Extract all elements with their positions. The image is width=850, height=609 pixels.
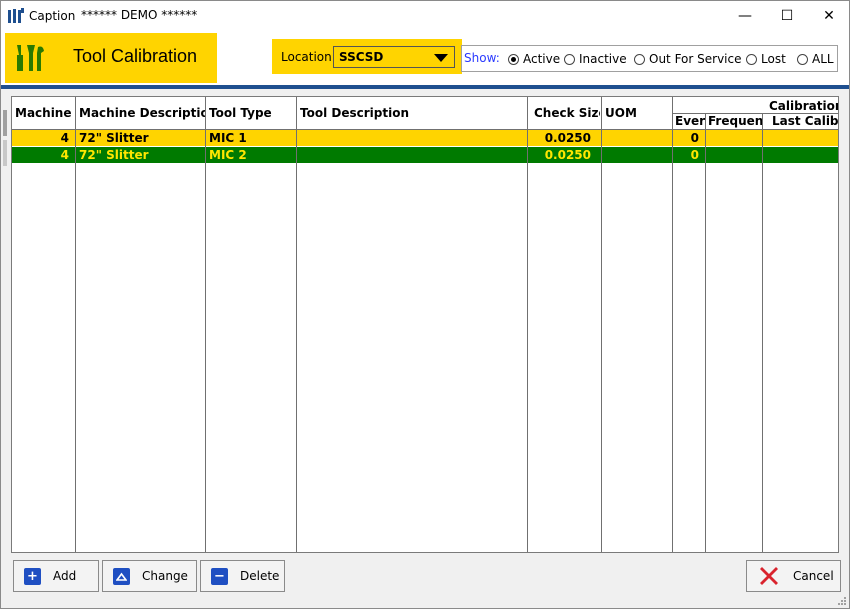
resize-grip-icon[interactable] xyxy=(837,596,847,606)
title-bar: Caption ****** DEMO ****** — ☐ ✕ xyxy=(1,1,849,31)
radio-checked-icon xyxy=(508,53,519,65)
cell-machine-id: 4 xyxy=(60,148,69,162)
location-label: Location: xyxy=(281,50,336,64)
tool-grid[interactable]: Machine ID Machine Description Tool Type… xyxy=(11,96,839,553)
radio-unchecked-icon xyxy=(797,53,808,65)
handle-bar xyxy=(3,140,7,166)
radio-unchecked-icon xyxy=(746,53,757,65)
plus-icon: + xyxy=(24,567,41,585)
close-button[interactable]: ✕ xyxy=(807,1,850,31)
cell-check-size: 0.0250 xyxy=(544,131,591,145)
column-divider xyxy=(296,97,297,552)
column-divider xyxy=(75,97,76,552)
location-value: SSCSD xyxy=(339,50,384,64)
chevron-down-icon xyxy=(434,54,448,62)
cell-machine-description: 72" Slitter xyxy=(79,148,149,162)
cell-every: 0 xyxy=(690,148,699,162)
chevron-up-icon xyxy=(113,567,130,585)
column-divider xyxy=(205,97,206,552)
show-label: Show: xyxy=(464,51,500,65)
tools-app-icon xyxy=(8,8,24,23)
window-demo-label: ****** DEMO ****** xyxy=(81,8,198,22)
radio-out-for-service[interactable]: Out For Service xyxy=(634,52,741,66)
column-divider xyxy=(672,97,673,552)
col-header-tool-type[interactable]: Tool Type xyxy=(206,97,296,129)
cell-machine-description: 72" Slitter xyxy=(79,131,149,145)
delete-button-label: Delete xyxy=(240,569,280,583)
tools-icon xyxy=(17,45,44,71)
change-button[interactable]: Change xyxy=(102,560,197,592)
cell-tool-type: MIC 2 xyxy=(209,148,247,162)
change-button-label: Change xyxy=(142,569,188,583)
column-divider xyxy=(762,114,763,552)
radio-active-label: Active xyxy=(523,52,561,66)
radio-inactive[interactable]: Inactive xyxy=(564,52,627,66)
radio-active[interactable]: Active xyxy=(508,52,560,66)
cancel-button-label: Cancel xyxy=(793,569,834,583)
window-caption: Caption xyxy=(29,9,76,23)
header-divider xyxy=(1,85,849,89)
col-header-uom[interactable]: UOM xyxy=(602,97,672,129)
brand-banner: Tool Calibration xyxy=(5,33,217,83)
col-header-check-size[interactable]: Check Size xyxy=(528,97,600,129)
location-dropdown[interactable]: SSCSD xyxy=(333,46,455,68)
page-title: Tool Calibration xyxy=(73,46,198,66)
radio-lost-label: Lost xyxy=(761,52,786,66)
col-group-calibration: Calibration xyxy=(769,99,839,113)
col-header-frequency[interactable]: Frequency xyxy=(706,114,763,130)
col-header-last-calib-date[interactable]: Last Calib Da xyxy=(764,114,838,130)
cancel-button[interactable]: Cancel xyxy=(746,560,841,592)
col-header-every[interactable]: Every xyxy=(673,114,706,130)
location-panel: Location: SSCSD xyxy=(272,39,462,74)
col-header-machine-description[interactable]: Machine Description xyxy=(76,97,205,129)
table-row[interactable]: 4 72" Slitter MIC 2 0.0250 0 xyxy=(12,147,838,163)
add-button[interactable]: + Add xyxy=(13,560,99,592)
column-divider xyxy=(527,97,528,552)
radio-unchecked-icon xyxy=(634,53,645,65)
cell-check-size: 0.0250 xyxy=(544,148,591,162)
radio-all[interactable]: ALL xyxy=(797,52,834,66)
radio-all-label: ALL xyxy=(812,52,834,66)
radio-out-for-service-label: Out For Service xyxy=(649,52,742,66)
radio-inactive-label: Inactive xyxy=(579,52,627,66)
show-filter-group: Show: Active Inactive Out For Service Lo… xyxy=(461,45,838,72)
grid-scroll-handle[interactable] xyxy=(1,96,9,176)
cell-tool-type: MIC 1 xyxy=(209,131,247,145)
cell-machine-id: 4 xyxy=(60,131,69,145)
radio-lost[interactable]: Lost xyxy=(746,52,786,66)
app-window: Caption ****** DEMO ****** — ☐ ✕ Tool Ca… xyxy=(0,0,850,609)
cancel-x-icon xyxy=(760,567,778,585)
radio-unchecked-icon xyxy=(564,53,575,65)
table-row[interactable]: 4 72" Slitter MIC 1 0.0250 0 xyxy=(12,130,838,146)
minimize-button[interactable]: — xyxy=(723,1,767,31)
delete-button[interactable]: − Delete xyxy=(200,560,285,592)
col-header-machine-id[interactable]: Machine ID xyxy=(12,97,75,129)
minus-icon: − xyxy=(211,567,228,585)
cell-every: 0 xyxy=(690,131,699,145)
column-divider xyxy=(705,114,706,552)
col-header-tool-description[interactable]: Tool Description xyxy=(297,97,527,129)
column-divider xyxy=(601,97,602,552)
handle-bar xyxy=(3,110,7,136)
add-button-label: Add xyxy=(53,569,77,583)
maximize-button[interactable]: ☐ xyxy=(765,1,809,31)
